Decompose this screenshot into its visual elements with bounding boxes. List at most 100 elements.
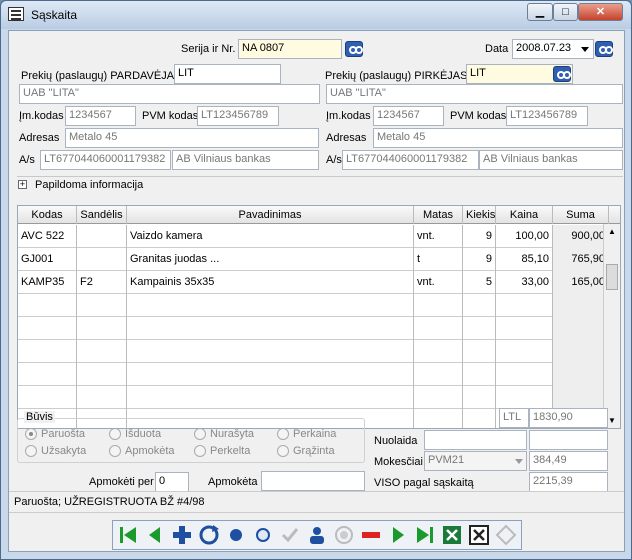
date-value: 2008.07.23: [516, 42, 572, 54]
title-bar[interactable]: Sąskaita ▁ □ ✕: [1, 1, 631, 29]
seller-adresas-input[interactable]: Metalo 45: [65, 128, 319, 148]
next-record-icon[interactable]: [387, 524, 409, 546]
cell-kiekis[interactable]: 5: [463, 271, 496, 294]
serija-input[interactable]: NA 0807: [238, 39, 342, 59]
col-kiekis[interactable]: Kiekis: [463, 206, 496, 224]
close-button[interactable]: ✕: [578, 3, 623, 21]
invoice-window: Sąskaita ▁ □ ✕ Serija ir Nr. NA 0807 Dat…: [0, 0, 632, 560]
col-suma[interactable]: Suma: [553, 206, 609, 224]
cell-kiekis[interactable]: 9: [463, 248, 496, 271]
nuolaida-value[interactable]: [529, 430, 608, 450]
radio-isduota[interactable]: [109, 428, 121, 440]
scrollbar-thumb[interactable]: [606, 264, 618, 290]
apmoketi-per-label: Apmokėti per: [89, 476, 154, 488]
apmoketa-input[interactable]: [261, 471, 365, 491]
export-excel-icon[interactable]: [441, 524, 463, 546]
serija-lookup-icon[interactable]: [345, 41, 363, 57]
minimize-button[interactable]: ▁: [527, 3, 553, 21]
buyer-as-input[interactable]: LT677044060001179382: [342, 150, 479, 170]
items-table: Kodas Sandėlis Pavadinimas Matas Kiekis …: [17, 205, 621, 429]
refresh-icon[interactable]: [198, 524, 220, 546]
buyer-imkodas-input[interactable]: 1234567: [373, 106, 444, 126]
radio-grazinta[interactable]: [277, 445, 289, 457]
cell-pavadinimas[interactable]: Granitas juodas ...: [127, 248, 414, 271]
cell-kaina[interactable]: 100,00: [496, 225, 553, 248]
add-icon[interactable]: [171, 524, 193, 546]
tax-select[interactable]: PVM21: [424, 451, 527, 471]
cell-kodas[interactable]: AVC 522: [18, 225, 77, 248]
cell-kaina[interactable]: 85,10: [496, 248, 553, 271]
radio-perkelta[interactable]: [194, 445, 206, 457]
empty-row[interactable]: [18, 294, 609, 317]
cell-pavadinimas[interactable]: Kampainis 35x35: [127, 271, 414, 294]
cell-sandelis[interactable]: [77, 225, 127, 248]
currency-field[interactable]: LTL: [499, 408, 529, 428]
cell-matas[interactable]: vnt.: [414, 225, 463, 248]
buyer-name-input[interactable]: UAB "LITA": [326, 84, 623, 104]
radio-apmoketa[interactable]: [109, 445, 121, 457]
maximize-button[interactable]: □: [553, 3, 578, 21]
apmoketa-label: Apmokėta: [208, 476, 258, 488]
cell-sandelis[interactable]: F2: [77, 271, 127, 294]
radio-label: Perkaina: [293, 428, 337, 440]
empty-row[interactable]: [18, 340, 609, 363]
empty-row[interactable]: [18, 386, 609, 409]
last-record-icon[interactable]: [414, 524, 436, 546]
nuolaida-label: Nuolaida: [374, 435, 418, 447]
circle-icon[interactable]: [252, 524, 274, 546]
col-kodas[interactable]: Kodas: [18, 206, 77, 224]
cell-suma: 900,00: [553, 225, 609, 248]
table-row[interactable]: KAMP35 F2 Kampainis 35x35 vnt. 5 33,00 1…: [18, 271, 609, 294]
nuolaida-input[interactable]: [424, 430, 527, 450]
radio-nurasyta[interactable]: [194, 428, 206, 440]
buyer-bank-input[interactable]: AB Vilniaus bankas: [479, 150, 623, 170]
user-icon[interactable]: [306, 524, 328, 546]
radio-paruosta[interactable]: [25, 428, 37, 440]
seller-imkodas-input[interactable]: 1234567: [65, 106, 136, 126]
cell-kodas[interactable]: KAMP35: [18, 271, 77, 294]
cell-kiekis[interactable]: 9: [463, 225, 496, 248]
buyer-adresas-input[interactable]: Metalo 45: [373, 128, 623, 148]
radio-uzsakyta[interactable]: [25, 445, 37, 457]
cell-sandelis[interactable]: [77, 248, 127, 271]
serija-label: Serija ir Nr.: [181, 43, 236, 55]
col-pavadinimas[interactable]: Pavadinimas: [127, 206, 414, 224]
record-icon[interactable]: [225, 524, 247, 546]
cell-matas[interactable]: vnt.: [414, 271, 463, 294]
date-calendar-icon[interactable]: [595, 41, 613, 57]
seller-name-input[interactable]: UAB "LITA": [19, 84, 320, 104]
col-sandelis[interactable]: Sandėlis: [77, 206, 127, 224]
cell-pavadinimas[interactable]: Vaizdo kamera: [127, 225, 414, 248]
apmoketi-per-input[interactable]: 0: [155, 472, 189, 492]
table-row[interactable]: GJ001 Granitas juodas ... t 9 85,10 765,…: [18, 248, 609, 271]
scroll-up-icon[interactable]: ▲: [608, 227, 616, 236]
table-header: Kodas Sandėlis Pavadinimas Matas Kiekis …: [18, 206, 620, 224]
radio-perkaina[interactable]: [277, 428, 289, 440]
cell-matas[interactable]: t: [414, 248, 463, 271]
cell-kaina[interactable]: 33,00: [496, 271, 553, 294]
empty-row[interactable]: [18, 363, 609, 386]
col-matas[interactable]: Matas: [414, 206, 463, 224]
expand-icon[interactable]: +: [18, 180, 27, 189]
delete-icon[interactable]: [360, 524, 382, 546]
close-form-icon[interactable]: [468, 524, 490, 546]
cell-kodas[interactable]: GJ001: [18, 248, 77, 271]
buyer-pvm-input[interactable]: LT123456789: [506, 106, 588, 126]
seller-label: Prekių (paslaugų) PARDAVĖJAS: [21, 70, 182, 82]
tax-value-field: 384,49: [529, 451, 608, 471]
date-picker[interactable]: 2008.07.23: [512, 39, 594, 59]
buyer-lookup-icon[interactable]: [553, 66, 571, 82]
extra-info-label[interactable]: Papildoma informacija: [35, 179, 143, 191]
table-row[interactable]: AVC 522 Vaizdo kamera vnt. 9 100,00 900,…: [18, 225, 609, 248]
seller-pvm-input[interactable]: LT123456789: [197, 106, 279, 126]
first-record-icon[interactable]: [117, 524, 139, 546]
scroll-down-icon[interactable]: ▼: [608, 416, 616, 425]
seller-bank-input[interactable]: AB Vilniaus bankas: [172, 150, 319, 170]
seller-as-input[interactable]: LT677044060001179382: [40, 150, 171, 170]
col-kaina[interactable]: Kaina: [496, 206, 553, 224]
seller-code-input[interactable]: LIT: [174, 64, 281, 84]
empty-row[interactable]: [18, 317, 609, 340]
seller-pvm-label: PVM kodas: [142, 110, 199, 122]
table-scrollbar[interactable]: ▲ ▼: [603, 224, 620, 428]
prev-record-icon[interactable]: [144, 524, 166, 546]
